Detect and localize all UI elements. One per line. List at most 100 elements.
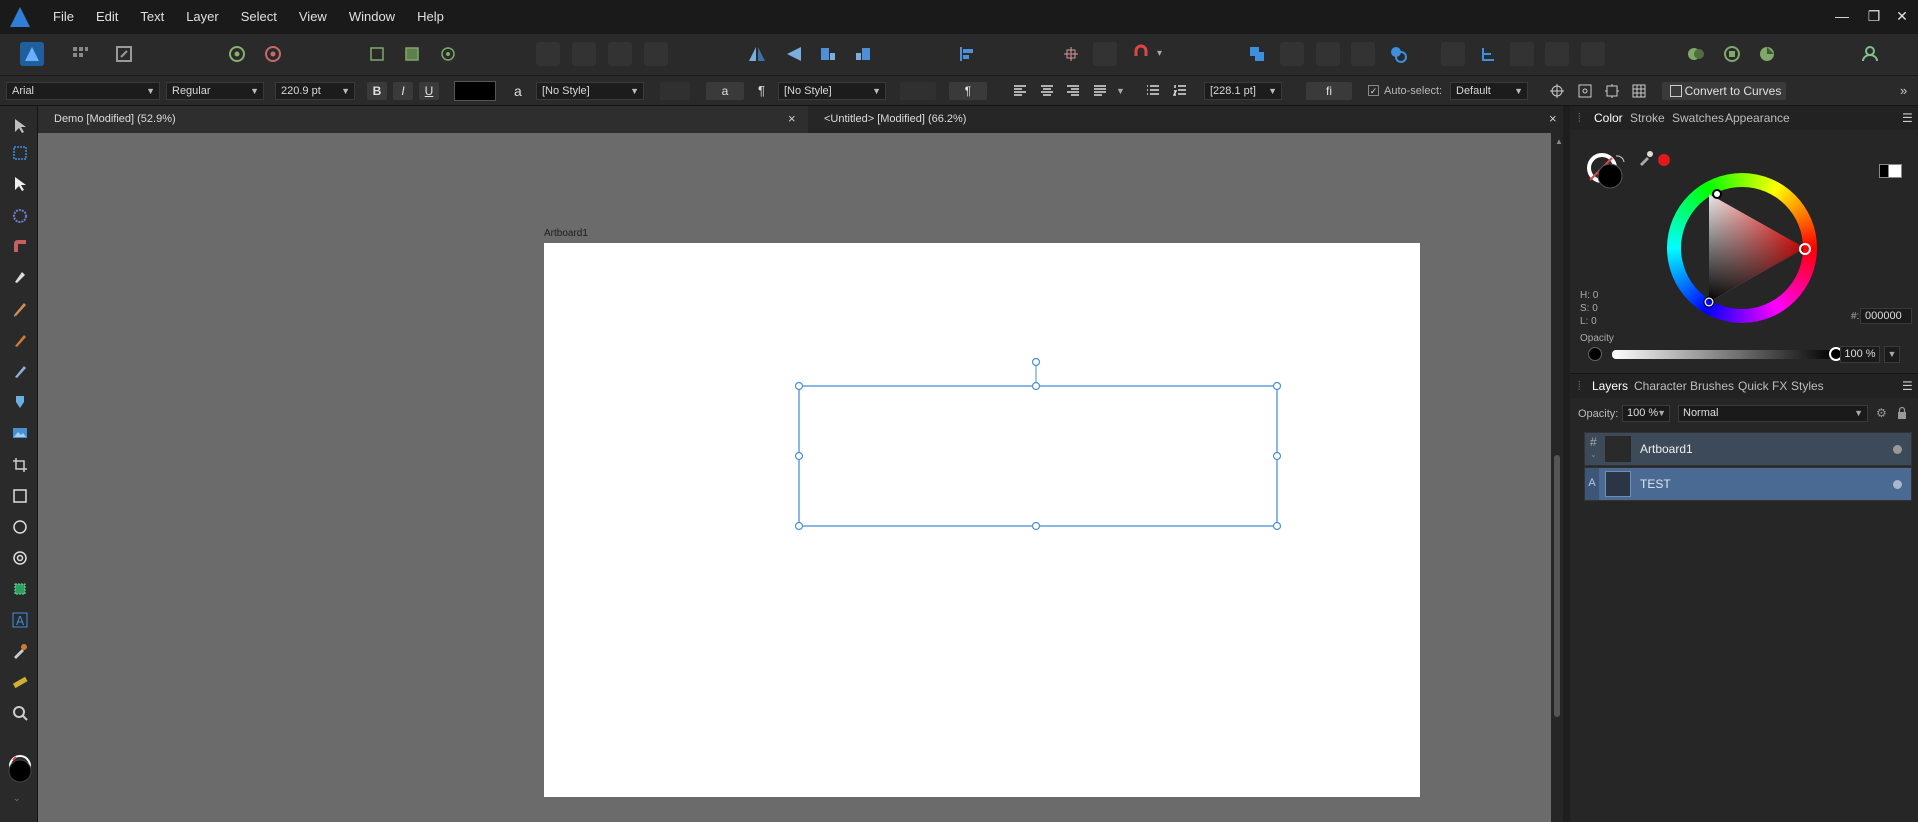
- snapping-magnet-icon[interactable]: [1129, 42, 1153, 66]
- auto-select-checkbox[interactable]: ✓: [1368, 85, 1379, 96]
- tab-layers[interactable]: Layers: [1592, 377, 1628, 395]
- contextual-options-icon[interactable]: [1720, 42, 1744, 66]
- menu-view[interactable]: View: [288, 0, 338, 34]
- expand-chevron-icon[interactable]: ⌄: [1590, 450, 1597, 459]
- pencil-tool-icon[interactable]: [10, 299, 30, 319]
- menu-help[interactable]: Help: [406, 0, 455, 34]
- document-setup-icon[interactable]: [225, 42, 249, 66]
- tab-demo[interactable]: Demo [Modified] (52.9%): [38, 106, 808, 133]
- paragraph-dimmed-icon[interactable]: [900, 82, 936, 100]
- artistic-text-tool-icon[interactable]: A: [10, 610, 30, 630]
- flip-horizontal-icon[interactable]: [745, 42, 769, 66]
- panel-grip-icon[interactable]: ⦙: [1578, 109, 1581, 127]
- pixel-brush-icon[interactable]: [10, 361, 30, 381]
- ligatures-button[interactable]: fi: [1306, 82, 1352, 100]
- font-size-field[interactable]: 220.9 pt ▼: [275, 82, 355, 100]
- transform-origin-small-icon[interactable]: [1577, 83, 1593, 99]
- rectangle-tool-icon[interactable]: [10, 486, 30, 506]
- arrange-back-icon[interactable]: [536, 42, 560, 66]
- rotate-left-icon[interactable]: [816, 42, 840, 66]
- hex-input[interactable]: 000000: [1860, 308, 1912, 324]
- eyedropper-icon[interactable]: [1638, 150, 1654, 166]
- measure-tool-icon[interactable]: [10, 672, 30, 692]
- font-family-select[interactable]: Arial ▼: [6, 82, 160, 100]
- swap-colors-icon[interactable]: ⌄: [13, 794, 25, 803]
- menu-edit[interactable]: Edit: [85, 0, 129, 34]
- color-picker-icon[interactable]: [10, 641, 30, 661]
- fill-stroke-selector-icon[interactable]: [1584, 150, 1628, 194]
- layers-panel-grip-icon[interactable]: ⦙: [1578, 377, 1581, 395]
- blend-mode-select[interactable]: Normal ▼: [1678, 405, 1868, 422]
- align-center-icon[interactable]: [1040, 84, 1054, 98]
- tab-quick-fx[interactable]: Quick FX: [1738, 377, 1787, 395]
- canvas-area[interactable]: Artboard1: [38, 133, 1551, 822]
- underline-button[interactable]: U: [419, 82, 439, 100]
- layer-visibility-icon[interactable]: [1893, 480, 1902, 489]
- align-left-icon[interactable]: [1013, 84, 1027, 98]
- tab-character[interactable]: Character: [1634, 377, 1687, 395]
- boolean-intersect-icon[interactable]: [1316, 42, 1340, 66]
- user-account-icon[interactable]: [1858, 42, 1882, 66]
- menu-select[interactable]: Select: [230, 0, 288, 34]
- snap-bbox-icon[interactable]: [365, 42, 389, 66]
- snapping-dropdown-icon[interactable]: ▾: [1157, 42, 1169, 66]
- ellipse-tool-icon[interactable]: [10, 517, 30, 537]
- arrange-backward-icon[interactable]: [572, 42, 596, 66]
- tab-appearance[interactable]: Appearance: [1725, 109, 1790, 127]
- insert-inside-icon[interactable]: [1581, 42, 1605, 66]
- tab-stroke[interactable]: Stroke: [1630, 109, 1665, 127]
- vector-brush-icon[interactable]: [10, 330, 30, 350]
- boolean-xor-icon[interactable]: [1351, 42, 1375, 66]
- snap-objects-icon[interactable]: [436, 42, 460, 66]
- fill-tool-icon[interactable]: [10, 392, 30, 412]
- numbered-list-icon[interactable]: [1172, 84, 1187, 98]
- donut-tool-icon[interactable]: [10, 548, 30, 568]
- text-color-swatch[interactable]: [454, 81, 496, 101]
- vertical-scrollbar[interactable]: ▲: [1551, 133, 1563, 822]
- restore-button[interactable]: ❐: [1860, 0, 1888, 34]
- artboard-label[interactable]: Artboard1: [544, 228, 588, 239]
- insert-behind-icon[interactable]: [1510, 42, 1534, 66]
- align-icon[interactable]: [954, 42, 978, 66]
- menu-text[interactable]: Text: [129, 0, 175, 34]
- italic-button[interactable]: I: [393, 82, 413, 100]
- zoom-tool-icon[interactable]: [10, 703, 30, 723]
- fill-stroke-swatch-icon[interactable]: [7, 754, 33, 786]
- boolean-add-icon[interactable]: [1245, 42, 1269, 66]
- assistant-options-icon[interactable]: [1684, 42, 1708, 66]
- corner-tool-icon[interactable]: [10, 236, 30, 256]
- opacity-dropdown-icon[interactable]: ▼: [1884, 346, 1900, 363]
- scrollbar-thumb[interactable]: [1554, 455, 1560, 717]
- pen-tool-icon[interactable]: [10, 267, 30, 287]
- tab-styles[interactable]: Styles: [1791, 377, 1824, 395]
- tab-color[interactable]: Color: [1594, 109, 1623, 127]
- layer-row-artboard1[interactable]: # ⌄ Artboard1: [1584, 432, 1912, 466]
- transform-object-icon[interactable]: [1549, 83, 1565, 99]
- case-button[interactable]: a: [706, 82, 744, 100]
- boolean-divide-icon[interactable]: [1386, 42, 1410, 66]
- bold-button[interactable]: B: [367, 82, 387, 100]
- flip-vertical-icon[interactable]: [782, 42, 806, 66]
- node-tool-icon[interactable]: [10, 174, 30, 194]
- leading-field[interactable]: [228.1 pt] ▼: [1204, 82, 1282, 100]
- hue-handle[interactable]: [1712, 189, 1722, 199]
- transform-origin-icon[interactable]: [1059, 42, 1083, 66]
- layers-panel-menu-icon[interactable]: ☰: [1902, 377, 1913, 395]
- minimize-button[interactable]: —: [1828, 0, 1856, 34]
- rotate-right-icon[interactable]: [851, 42, 875, 66]
- insert-target-icon[interactable]: [1476, 42, 1500, 66]
- insert-top-icon[interactable]: [1545, 42, 1569, 66]
- panel-menu-icon[interactable]: ☰: [1902, 109, 1913, 127]
- paragraph-button[interactable]: ¶: [949, 82, 987, 100]
- export-persona-icon[interactable]: [112, 42, 136, 66]
- boolean-subtract-icon[interactable]: [1280, 42, 1304, 66]
- tab-untitled[interactable]: <Untitled> [Modified] (66.2%): [808, 106, 1563, 133]
- saturation-triangle[interactable]: [1667, 173, 1817, 323]
- scroll-up-icon[interactable]: ▲: [1555, 137, 1563, 146]
- opacity-value-field[interactable]: 100 %: [1840, 346, 1880, 363]
- layer-opacity-field[interactable]: 100 % ▼: [1622, 405, 1670, 422]
- overflow-menu-icon[interactable]: »: [1900, 82, 1907, 100]
- opacity-slider[interactable]: [1612, 350, 1836, 359]
- character-style-select[interactable]: [No Style] ▼: [536, 82, 644, 100]
- artboard-tool-icon[interactable]: [10, 143, 30, 163]
